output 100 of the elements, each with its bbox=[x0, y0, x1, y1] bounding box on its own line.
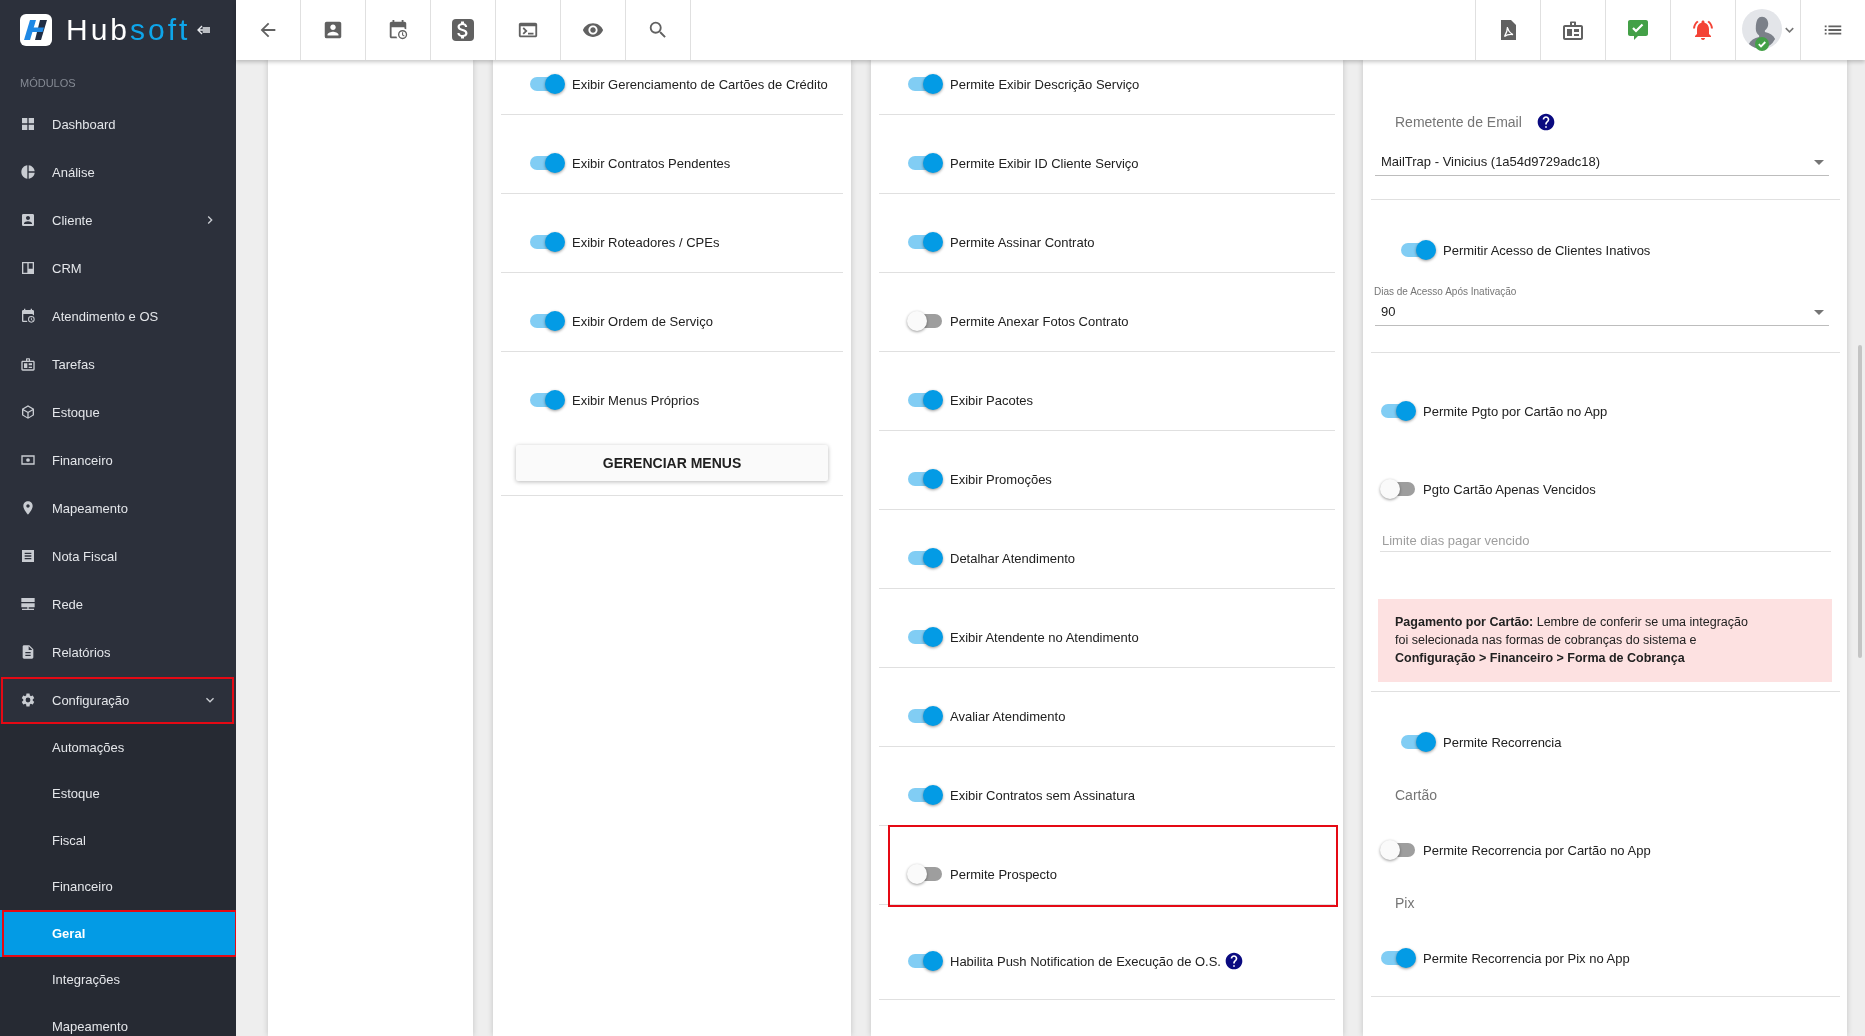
logo-text[interactable]: Hubsoft bbox=[66, 13, 191, 47]
cube-icon bbox=[20, 404, 36, 420]
toggle-switch[interactable] bbox=[1380, 401, 1416, 421]
toggle-label: Exibir Menus Próprios bbox=[572, 392, 700, 408]
search-icon bbox=[647, 19, 669, 41]
grid-icon bbox=[20, 116, 36, 132]
scrollbar-thumb[interactable] bbox=[1858, 345, 1862, 658]
logo-icon[interactable] bbox=[20, 14, 52, 46]
chat-button[interactable] bbox=[1605, 0, 1670, 60]
toggle-label: Permite Recorrencia bbox=[1443, 734, 1562, 750]
sidebar-subitem[interactable]: Fiscal bbox=[0, 817, 236, 864]
sidebar-subitem[interactable]: Integrações bbox=[0, 956, 236, 1003]
field-value: MailTrap - Vinicius (1a54d9729adc18) bbox=[1381, 154, 1601, 170]
sidebar-item[interactable]: Mapeamento bbox=[0, 484, 236, 532]
sidebar-subitem[interactable]: Estoque bbox=[0, 770, 236, 817]
section-label: Cartão bbox=[1395, 787, 1438, 803]
bell-icon bbox=[1691, 18, 1715, 42]
toggle-switch[interactable] bbox=[907, 311, 943, 331]
alert-message: Pagamento por Cartão: Lembre de conferir se uma integração foi selecionada nas formas de cobranças do sistema e Configuração > Financeiro > Forma de Cobrança bbox=[1378, 599, 1832, 682]
section-label: Pix bbox=[1395, 895, 1415, 911]
toggle-switch[interactable] bbox=[529, 153, 565, 173]
contact-button[interactable] bbox=[301, 0, 366, 60]
toggle-label: Exibir Ordem de Serviço bbox=[572, 313, 713, 329]
help-icon[interactable] bbox=[1224, 951, 1244, 971]
toggle-label: Exibir Pacotes bbox=[950, 392, 1034, 408]
toggle-switch[interactable] bbox=[907, 785, 943, 805]
document-lines-icon bbox=[20, 548, 36, 564]
tasks-button[interactable] bbox=[1540, 0, 1605, 60]
toggle-switch[interactable] bbox=[1380, 948, 1416, 968]
profile-button[interactable] bbox=[1735, 0, 1800, 60]
help-icon[interactable] bbox=[1535, 112, 1556, 132]
board-icon bbox=[20, 260, 36, 276]
toggle-switch[interactable] bbox=[907, 153, 943, 173]
toggle-label: Permite Pgto por Cartão no App bbox=[1423, 403, 1608, 419]
toggle-label: Permite Recorrencia por Pix no App bbox=[1423, 950, 1630, 966]
toggle-switch[interactable] bbox=[907, 469, 943, 489]
toggle-switch[interactable] bbox=[529, 232, 565, 252]
pie-chart-icon bbox=[20, 164, 36, 180]
server-icon bbox=[20, 596, 36, 612]
finance-button[interactable] bbox=[431, 0, 496, 60]
field-value: 90 bbox=[1381, 304, 1397, 320]
toggle-switch[interactable] bbox=[1380, 479, 1416, 499]
calendar-clock-icon bbox=[20, 308, 36, 324]
calendar-button[interactable] bbox=[366, 0, 431, 60]
status-check-icon bbox=[1755, 37, 1769, 51]
toggle-switch[interactable] bbox=[907, 390, 943, 410]
sidebar-item[interactable]: Estoque bbox=[0, 388, 236, 436]
sidebar-subitem[interactable]: Mapeamento bbox=[0, 1003, 236, 1036]
toggle-label: Exibir Promoções bbox=[950, 471, 1052, 487]
toggle-label: Exibir Contratos Pendentes bbox=[572, 155, 731, 171]
sidebar-item[interactable]: Relatórios bbox=[0, 628, 236, 676]
chat-check-icon bbox=[1626, 18, 1650, 42]
toggle-label: Permite Anexar Fotos Contrato bbox=[950, 313, 1129, 329]
sidebar-subitem[interactable]: Financeiro bbox=[0, 863, 236, 910]
contact-card-icon bbox=[20, 212, 36, 228]
dropdown-field[interactable]: Dias de Acesso Após Inativação 90 bbox=[1375, 286, 1829, 326]
toggle-switch[interactable] bbox=[907, 706, 943, 726]
terminal-button[interactable] bbox=[496, 0, 561, 60]
calendar-clock-icon bbox=[387, 19, 409, 41]
sidebar-item[interactable]: CRM bbox=[0, 244, 236, 292]
toggle-switch[interactable] bbox=[907, 232, 943, 252]
toggle-switch[interactable] bbox=[529, 74, 565, 94]
notifications-button[interactable] bbox=[1670, 0, 1735, 60]
sidebar-subitem[interactable]: Automações bbox=[0, 724, 236, 771]
toggle-switch[interactable] bbox=[1400, 240, 1436, 260]
pdf-button[interactable] bbox=[1475, 0, 1540, 60]
section-heading: MÓDULOS bbox=[19, 76, 77, 91]
sidebar-item[interactable]: Análise bbox=[0, 148, 236, 196]
toggle-switch[interactable] bbox=[1380, 840, 1416, 860]
toggle-label: Avaliar Atendimento bbox=[950, 708, 1066, 724]
sidebar-item[interactable]: Configuração bbox=[0, 676, 236, 724]
dropdown-field[interactable]: MailTrap - Vinicius (1a54d9729adc18) bbox=[1375, 145, 1829, 176]
sidebar-item[interactable]: Nota Fiscal bbox=[0, 532, 236, 580]
sidebar-item[interactable]: Tarefas bbox=[0, 340, 236, 388]
contact-card-icon bbox=[322, 19, 344, 41]
settings-icon bbox=[20, 692, 36, 708]
toggle-switch[interactable] bbox=[529, 311, 565, 331]
toggle-switch[interactable] bbox=[1400, 732, 1436, 752]
toggle-switch[interactable] bbox=[907, 864, 943, 884]
sidebar-item[interactable]: Atendimento e OS bbox=[0, 292, 236, 340]
toggle-label: Permitir Acesso de Clientes Inativos bbox=[1443, 242, 1651, 258]
map-pin-icon bbox=[20, 500, 36, 516]
sidebar-item[interactable]: Financeiro bbox=[0, 436, 236, 484]
document-icon bbox=[20, 644, 36, 660]
view-button[interactable] bbox=[561, 0, 626, 60]
caret-icon bbox=[1785, 27, 1794, 33]
toggle-label: Permite Exibir Descrição Serviço bbox=[950, 76, 1140, 92]
manage-menus-button[interactable]: GERENCIAR MENUS bbox=[516, 445, 828, 481]
toggle-switch[interactable] bbox=[907, 74, 943, 94]
cash-icon bbox=[20, 452, 36, 468]
sidebar-item[interactable]: Dashboard bbox=[0, 100, 236, 148]
input-field[interactable]: Limite dias pagar vencido bbox=[1380, 523, 1831, 552]
toggle-switch[interactable] bbox=[907, 951, 943, 971]
sidebar-item[interactable]: Rede bbox=[0, 580, 236, 628]
menu-button[interactable] bbox=[1800, 0, 1865, 60]
sidebar-item[interactable]: Cliente bbox=[0, 196, 236, 244]
toggle-switch[interactable] bbox=[907, 627, 943, 647]
dollar-icon bbox=[451, 18, 475, 42]
toggle-switch[interactable] bbox=[907, 548, 943, 568]
toggle-switch[interactable] bbox=[529, 390, 565, 410]
